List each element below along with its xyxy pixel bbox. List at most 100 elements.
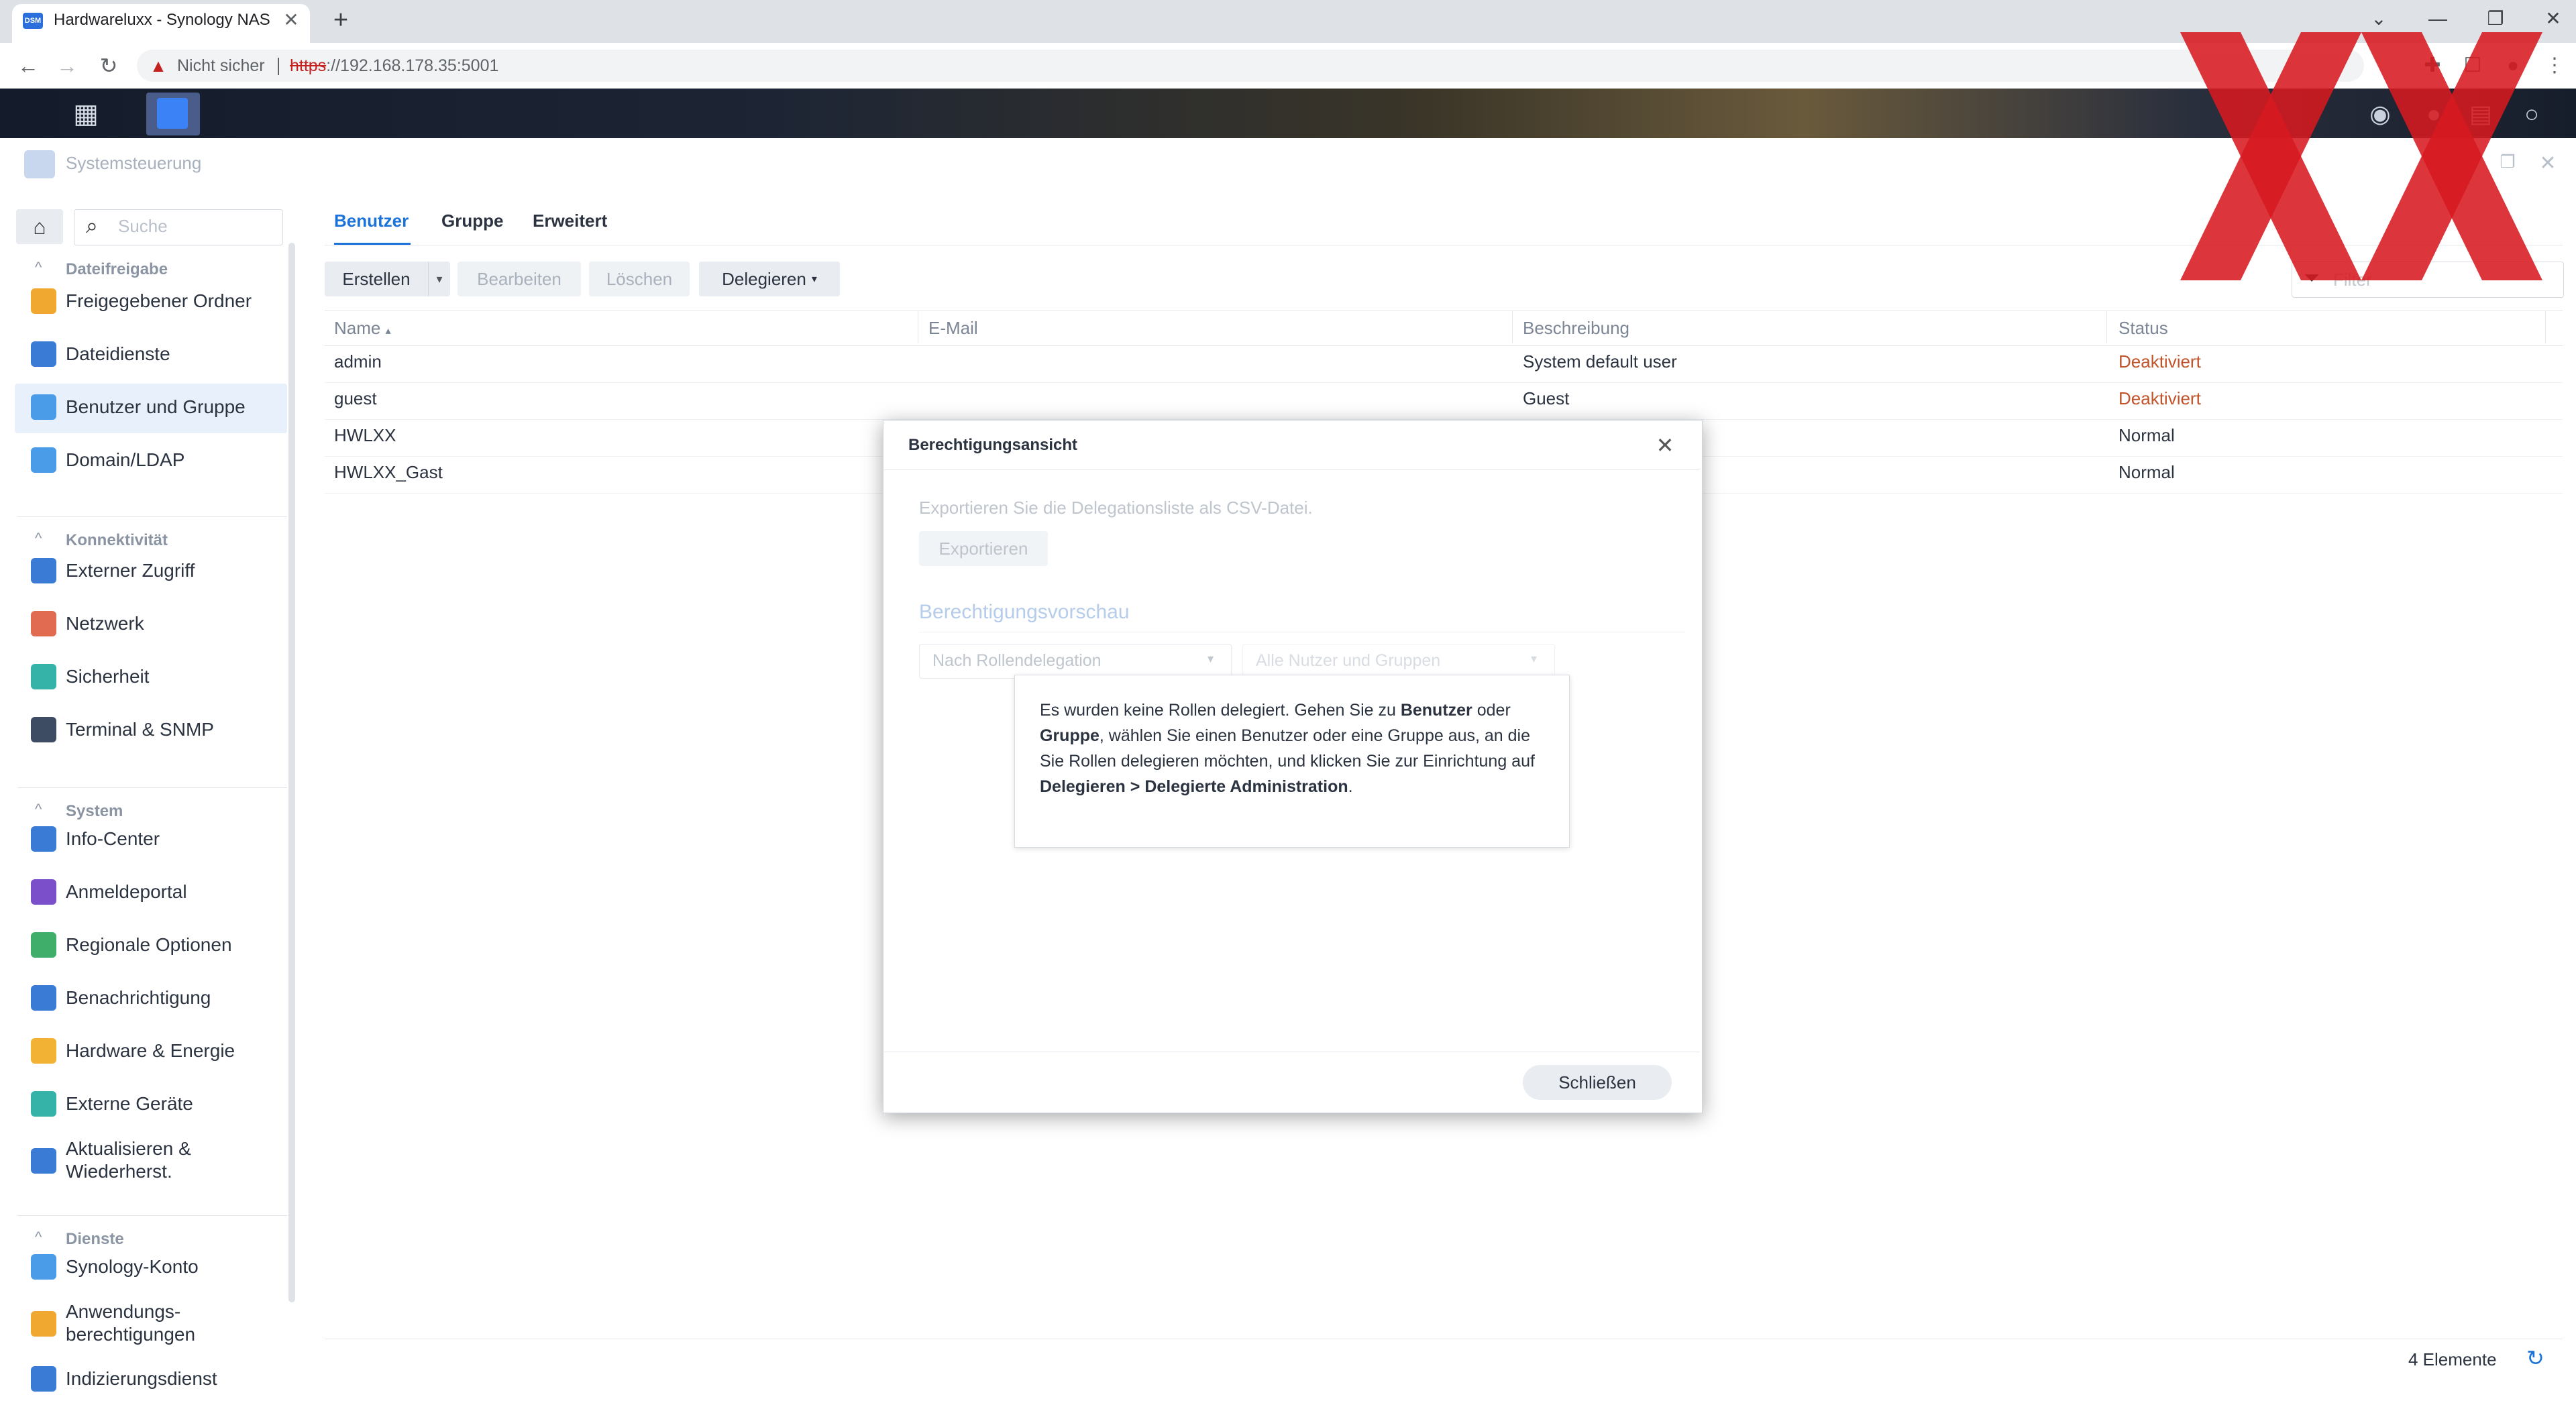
msg-bold-gruppe: Gruppe xyxy=(1040,726,1099,745)
delegate-button[interactable]: Delegieren ▾ xyxy=(699,262,840,296)
column-status[interactable]: Status xyxy=(2118,318,2168,339)
delete-button[interactable]: Löschen xyxy=(589,262,690,296)
delegate-label: Delegieren xyxy=(722,268,806,289)
msg-text-4: . xyxy=(1348,777,1353,796)
msg-text-1: Es wurden keine Rollen delegiert. Gehen … xyxy=(1040,701,1401,720)
sidebar-section-divider xyxy=(17,1215,287,1216)
lock-icon xyxy=(31,1311,56,1337)
cell-name: admin xyxy=(334,351,382,372)
create-dropdown-icon[interactable]: ▾ xyxy=(428,262,450,296)
msg-text-2: oder xyxy=(1472,701,1511,720)
refresh-icon[interactable]: ↻ xyxy=(2526,1345,2544,1371)
sidebar-section-divider xyxy=(17,516,287,517)
update-restore-icon xyxy=(31,1148,56,1174)
close-dialog-button[interactable]: Schließen xyxy=(1523,1065,1672,1100)
column-divider[interactable] xyxy=(2106,311,2107,343)
sidebar-item-label: Anwendungs-berechtigungen xyxy=(66,1301,196,1345)
back-icon[interactable]: ← xyxy=(13,51,43,80)
tab-close-icon[interactable]: ✕ xyxy=(279,8,303,32)
table-row[interactable] xyxy=(325,383,2563,420)
table-header xyxy=(325,310,2563,346)
close-window-icon[interactable]: ✕ xyxy=(2533,4,2573,34)
restore-window-icon[interactable]: ❐ xyxy=(2475,4,2516,34)
sidebar-item-label: Info-Center xyxy=(66,828,160,849)
cell-description: Guest xyxy=(1523,388,1570,408)
edit-button[interactable]: Bearbeiten xyxy=(458,262,581,296)
not-secure-label[interactable]: Nicht sicher xyxy=(177,56,265,76)
indexing-icon xyxy=(31,1366,56,1392)
sidebar-item-label: Freigegebener Ordner xyxy=(66,290,252,311)
sidebar-item-label: Benutzer und Gruppe xyxy=(66,396,246,417)
cell-status: Deaktiviert xyxy=(2118,388,2201,408)
notification-icon xyxy=(31,985,56,1011)
dialog-close-icon[interactable]: ✕ xyxy=(1652,432,1678,459)
column-divider[interactable] xyxy=(2545,311,2546,343)
cell-name: HWLXX_Gast xyxy=(334,462,443,482)
sidebar-item-label: Externer Zugriff xyxy=(66,560,195,581)
cell-name: guest xyxy=(334,388,377,408)
collapse-chevron-icon[interactable]: ^ xyxy=(35,530,42,547)
sidebar-item-label: Domain/LDAP xyxy=(66,449,185,470)
folder-share-icon xyxy=(31,288,56,314)
bulb-icon xyxy=(31,1038,56,1064)
tab-search-chevron-icon[interactable]: ⌄ xyxy=(2359,4,2399,34)
tab-gruppe[interactable]: Gruppe xyxy=(441,211,503,231)
sidebar-scrollbar[interactable] xyxy=(288,243,295,1302)
network-icon xyxy=(31,611,56,636)
tab-favicon-icon: DSM xyxy=(23,13,43,29)
control-panel-task-icon xyxy=(157,98,188,129)
url-text[interactable]: https://192.168.178.35:5001 xyxy=(290,56,498,76)
msg-bold-benutzer: Benutzer xyxy=(1400,701,1472,720)
users-icon xyxy=(31,394,56,420)
collapse-chevron-icon[interactable]: ^ xyxy=(35,259,42,276)
reload-icon[interactable]: ↻ xyxy=(94,51,123,80)
tab-title: Hardwareluxx - Synology NAS xyxy=(54,11,270,29)
cell-description: System default user xyxy=(1523,351,1677,372)
no-delegation-message: Es wurden keine Rollen delegiert. Gehen … xyxy=(1040,697,1550,799)
tab-erweitert[interactable]: Erweitert xyxy=(533,211,607,231)
external-devices-icon xyxy=(31,1091,56,1117)
cell-name: HWLXX xyxy=(334,425,396,445)
warning-icon: ▲ xyxy=(150,56,167,76)
column-divider[interactable] xyxy=(1512,311,1513,343)
sidebar-item-label: Netzwerk xyxy=(66,613,144,634)
sort-ascending-icon: ▴ xyxy=(385,325,391,337)
sidebar-item-label: Synology-Konto xyxy=(66,1256,199,1277)
address-separator xyxy=(278,58,279,75)
column-description[interactable]: Beschreibung xyxy=(1523,318,1629,339)
cell-status: Normal xyxy=(2118,425,2175,445)
column-email[interactable]: E-Mail xyxy=(928,318,978,339)
sidebar-item-label: Regionale Optionen xyxy=(66,934,232,955)
sidebar-search-input[interactable] xyxy=(74,209,283,245)
sidebar-section-divider xyxy=(17,787,287,788)
delegate-dropdown-icon: ▾ xyxy=(811,274,817,285)
table-row[interactable] xyxy=(325,346,2563,383)
external-access-icon xyxy=(31,558,56,583)
create-button[interactable]: Erstellen xyxy=(325,262,428,296)
msg-text-3: , wählen Sie einen Benutzer oder eine Gr… xyxy=(1040,726,1535,771)
tab-benutzer[interactable]: Benutzer xyxy=(334,211,409,231)
forward-icon[interactable]: → xyxy=(52,51,82,80)
url-scheme: https xyxy=(290,56,327,75)
cell-status: Deaktiviert xyxy=(2118,351,2201,372)
cell-status: Normal xyxy=(2118,462,2175,482)
sidebar-search-placeholder: Suche xyxy=(118,216,168,236)
dialog-header-divider xyxy=(884,469,1700,470)
column-name[interactable]: Name ▴ xyxy=(334,318,391,339)
column-name-label: Name xyxy=(334,318,381,338)
url-host: ://192.168.178.35:5001 xyxy=(326,56,499,75)
new-tab-icon[interactable]: + xyxy=(327,7,354,34)
home-icon[interactable]: ⌂ xyxy=(16,209,63,244)
synology-account-icon xyxy=(31,1254,56,1280)
browser-menu-icon[interactable]: ⋮ xyxy=(2540,52,2569,79)
sidebar-item-label: Aktualisieren & Wiederherst. xyxy=(66,1138,191,1182)
sidebar-item-label: Anmeldeportal xyxy=(66,881,187,902)
control-panel-icon xyxy=(24,150,55,178)
main-menu-icon[interactable]: ▦ xyxy=(55,93,117,135)
minimize-icon[interactable]: — xyxy=(2418,4,2458,34)
info-icon xyxy=(31,826,56,852)
sidebar-section-title[interactable]: Dateifreigabe xyxy=(66,260,168,279)
domain-ldap-icon xyxy=(31,447,56,473)
regional-options-icon xyxy=(31,932,56,958)
login-portal-icon xyxy=(31,879,56,905)
